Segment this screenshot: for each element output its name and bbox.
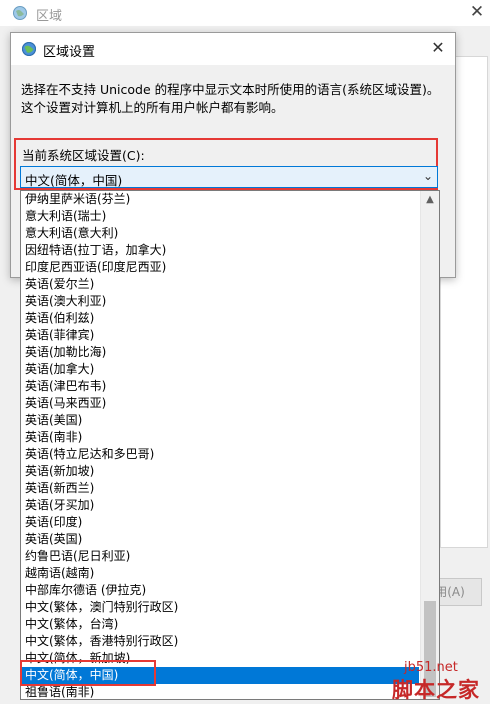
locale-option[interactable]: 伊纳里萨米语(芬兰) [21,191,419,208]
locale-option[interactable]: 英语(菲律宾) [21,327,419,344]
locale-option[interactable]: 英语(南非) [21,429,419,446]
locale-option[interactable]: 中文(繁体，澳门特别行政区) [21,599,419,616]
locale-option[interactable]: 约鲁巴语(尼日利亚) [21,548,419,565]
globe-icon [13,6,27,20]
locale-option[interactable]: 英语(印度) [21,514,419,531]
locale-option[interactable]: 因纽特语(拉丁语，加拿大) [21,242,419,259]
locale-option[interactable]: 中部库尔德语 (伊拉克) [21,582,419,599]
locale-option[interactable]: 中文(繁体，台湾) [21,616,419,633]
dialog-title: 区域设置 [43,45,96,60]
globe-icon [22,42,36,56]
scroll-up-icon[interactable]: ▲ [421,191,439,208]
locale-option[interactable]: 意大利语(瑞士) [21,208,419,225]
locale-option[interactable]: 越南语(越南) [21,565,419,582]
locale-option[interactable]: 英语(加拿大) [21,361,419,378]
locale-option[interactable]: 英语(加勒比海) [21,344,419,361]
locale-option[interactable]: 中文(繁体，香港特别行政区) [21,633,419,650]
watermark-url: jb51.net [404,660,458,675]
locale-option[interactable]: 英语(美国) [21,412,419,429]
dialog-titlebar: 区域设置 ✕ [11,33,455,65]
system-locale-label: 当前系统区域设置(C): [22,148,145,163]
locale-options: 伊纳里萨米语(芬兰) 意大利语(瑞士) 意大利语(意大利) 因纽特语(拉丁语，加拿大)… [21,191,419,699]
close-icon[interactable]: ✕ [427,37,449,59]
locale-option[interactable]: 英语(津巴布韦) [21,378,419,395]
locale-option[interactable]: 英语(澳大利亚) [21,293,419,310]
system-locale-value: 中文(简体，中国) [25,173,123,188]
locale-option[interactable]: 印度尼西亚语(印度尼西亚) [21,259,419,276]
locale-dropdown-list[interactable]: 伊纳里萨米语(芬兰) 意大利语(瑞士) 意大利语(意大利) 因纽特语(拉丁语，加拿大)… [20,190,440,700]
dialog-description: 选择在不支持 Unicode 的程序中显示文本时所使用的语言(系统区域设置)。这… [21,82,440,115]
background-window-title: 区域 [36,9,63,24]
background-titlebar: 区域 ✕ [0,0,490,26]
dropdown-scrollbar[interactable]: ▲ [420,191,439,699]
locale-option[interactable]: 英语(马来西亚) [21,395,419,412]
locale-option[interactable]: 英语(爱尔兰) [21,276,419,293]
locale-option[interactable]: 英语(特立尼达和多巴哥) [21,446,419,463]
locale-option[interactable]: 英语(新加坡) [21,463,419,480]
locale-option[interactable]: 英语(伯利兹) [21,310,419,327]
locale-option[interactable]: 祖鲁语(南非) [21,684,419,699]
chevron-down-icon[interactable]: ⌄ [423,169,433,183]
close-icon[interactable]: ✕ [468,2,486,22]
locale-option[interactable]: 英语(新西兰) [21,480,419,497]
locale-option[interactable]: 英语(英国) [21,531,419,548]
locale-option[interactable]: 英语(牙买加) [21,497,419,514]
selected-item-highlight-frame [20,660,156,686]
locale-option[interactable]: 意大利语(意大利) [21,225,419,242]
system-locale-select[interactable]: 中文(简体，中国) ⌄ [20,166,438,188]
